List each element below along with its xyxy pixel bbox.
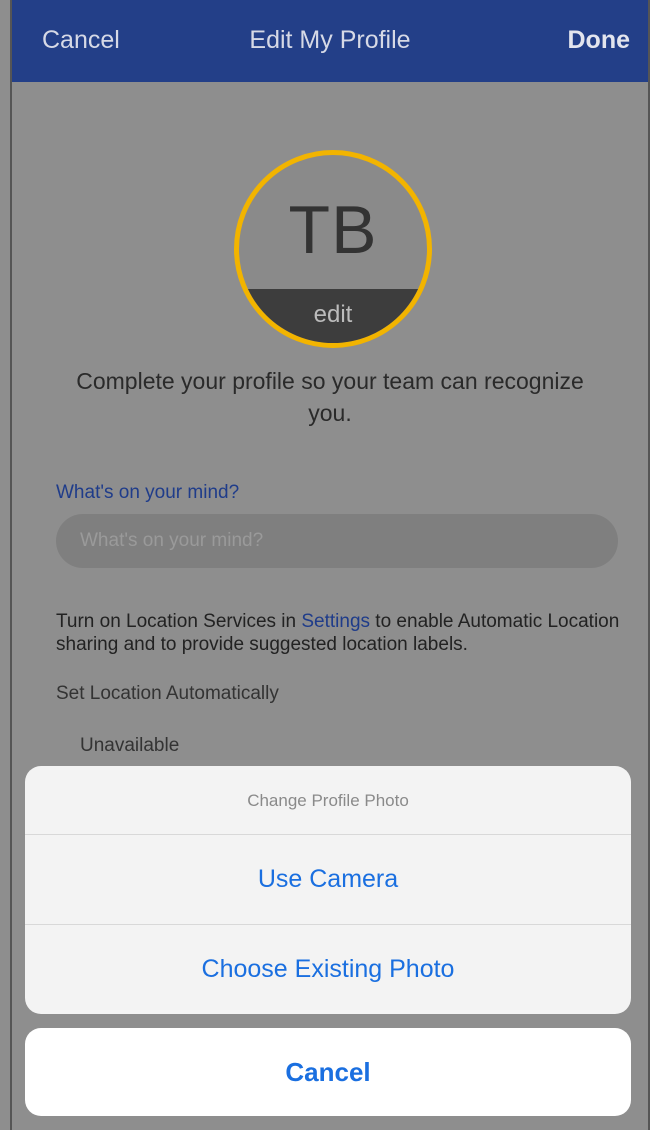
nav-done-button[interactable]: Done [568, 26, 631, 55]
avatar-edit-label[interactable]: edit [239, 289, 427, 343]
use-camera-button[interactable]: Use Camera [25, 835, 631, 925]
location-text-before: Turn on Location Services in [56, 611, 302, 632]
profile-avatar[interactable]: TB edit [234, 150, 432, 348]
location-unavailable-text: Unavailable [80, 735, 180, 756]
page-title: Edit My Profile [249, 26, 411, 54]
action-sheet-cancel-button[interactable]: Cancel [25, 1028, 631, 1116]
action-sheet-title: Change Profile Photo [25, 766, 631, 835]
profile-prompt-text: Complete your profile so your team can r… [76, 368, 584, 426]
set-location-automatically-label: Set Location Automatically [56, 683, 279, 704]
choose-existing-photo-button[interactable]: Choose Existing Photo [25, 925, 631, 1014]
status-label: What's on your mind? [56, 482, 240, 503]
location-services-text: Turn on Location Services in Settings to… [56, 610, 626, 656]
action-sheet: Change Profile Photo Use Camera Choose E… [25, 766, 631, 1014]
navigation-bar: Cancel Edit My Profile Done [12, 0, 648, 82]
avatar-initials: TB [288, 192, 378, 268]
screen-frame: Cancel Edit My Profile Done TB edit Comp… [10, 0, 650, 1130]
settings-link[interactable]: Settings [301, 611, 370, 632]
status-input[interactable]: What's on your mind? [56, 514, 618, 568]
